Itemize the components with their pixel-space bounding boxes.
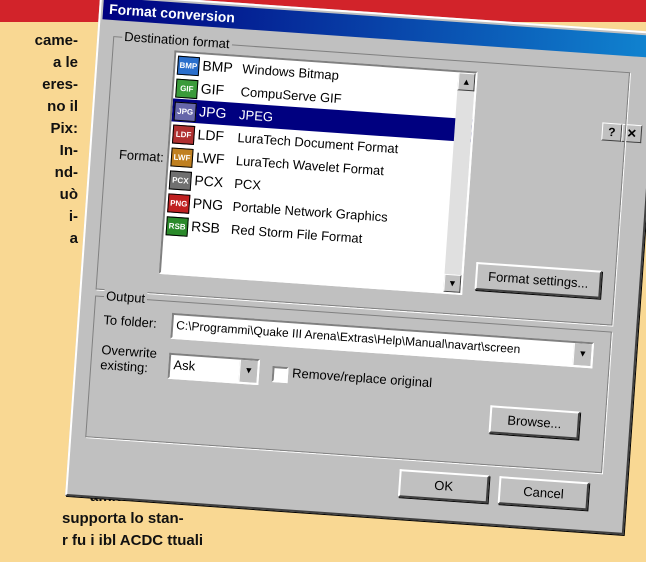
to-folder-dropdown-icon[interactable]: ▼ [572,342,592,367]
format-description: PCX [233,175,262,193]
scroll-down-icon[interactable]: ▼ [443,273,462,293]
ldf-icon: LDF [171,124,196,146]
format-ext: LDF [197,126,225,145]
pcx-icon: PCX [168,170,193,191]
overwrite-label: Overwrite existing: [99,342,158,376]
cancel-button[interactable]: Cancel [497,476,590,511]
format-ext: PCX [193,172,224,191]
format-description: JPEG [238,107,274,125]
destination-format-label: Destination format [121,28,233,52]
ok-button[interactable]: OK [397,469,490,504]
lwf-icon: LWF [170,147,194,168]
gif-icon: GIF [175,78,199,100]
overwrite-value: Ask [173,357,196,374]
remove-replace-checkbox[interactable] [271,366,289,384]
article-bottom-line: r fu i ibl ACDC ttuali [62,532,204,549]
format-ext: LWF [195,149,226,168]
overwrite-dropdown-icon[interactable]: ▼ [238,359,258,383]
format-list: BMP BMP Windows Bitmap GIF GIF CompuServe GIF… [163,53,475,257]
format-ext: PNG [192,195,224,214]
format-ext: JPG [198,103,227,122]
output-group-label: Output [103,288,148,307]
format-ext: BMP [201,57,234,76]
format-label: Format: [118,146,165,165]
dialog-title: Format conversion [108,0,236,26]
png-icon: PNG [167,193,191,214]
scroll-up-icon[interactable]: ▲ [457,72,476,92]
rsb-icon: RSB [165,216,189,237]
jpg-icon: JPG [173,101,197,123]
format-listbox[interactable]: BMP BMP Windows Bitmap GIF GIF CompuServe GIF… [158,50,478,296]
format-ext: RSB [190,218,221,236]
article-bottom-line: supporta lo stan- [62,510,184,527]
format-conversion-dialog: Format conversion ? ✕ Destination format… [65,0,646,535]
bmp-icon: BMP [176,55,201,77]
format-ext: GIF [200,80,225,98]
